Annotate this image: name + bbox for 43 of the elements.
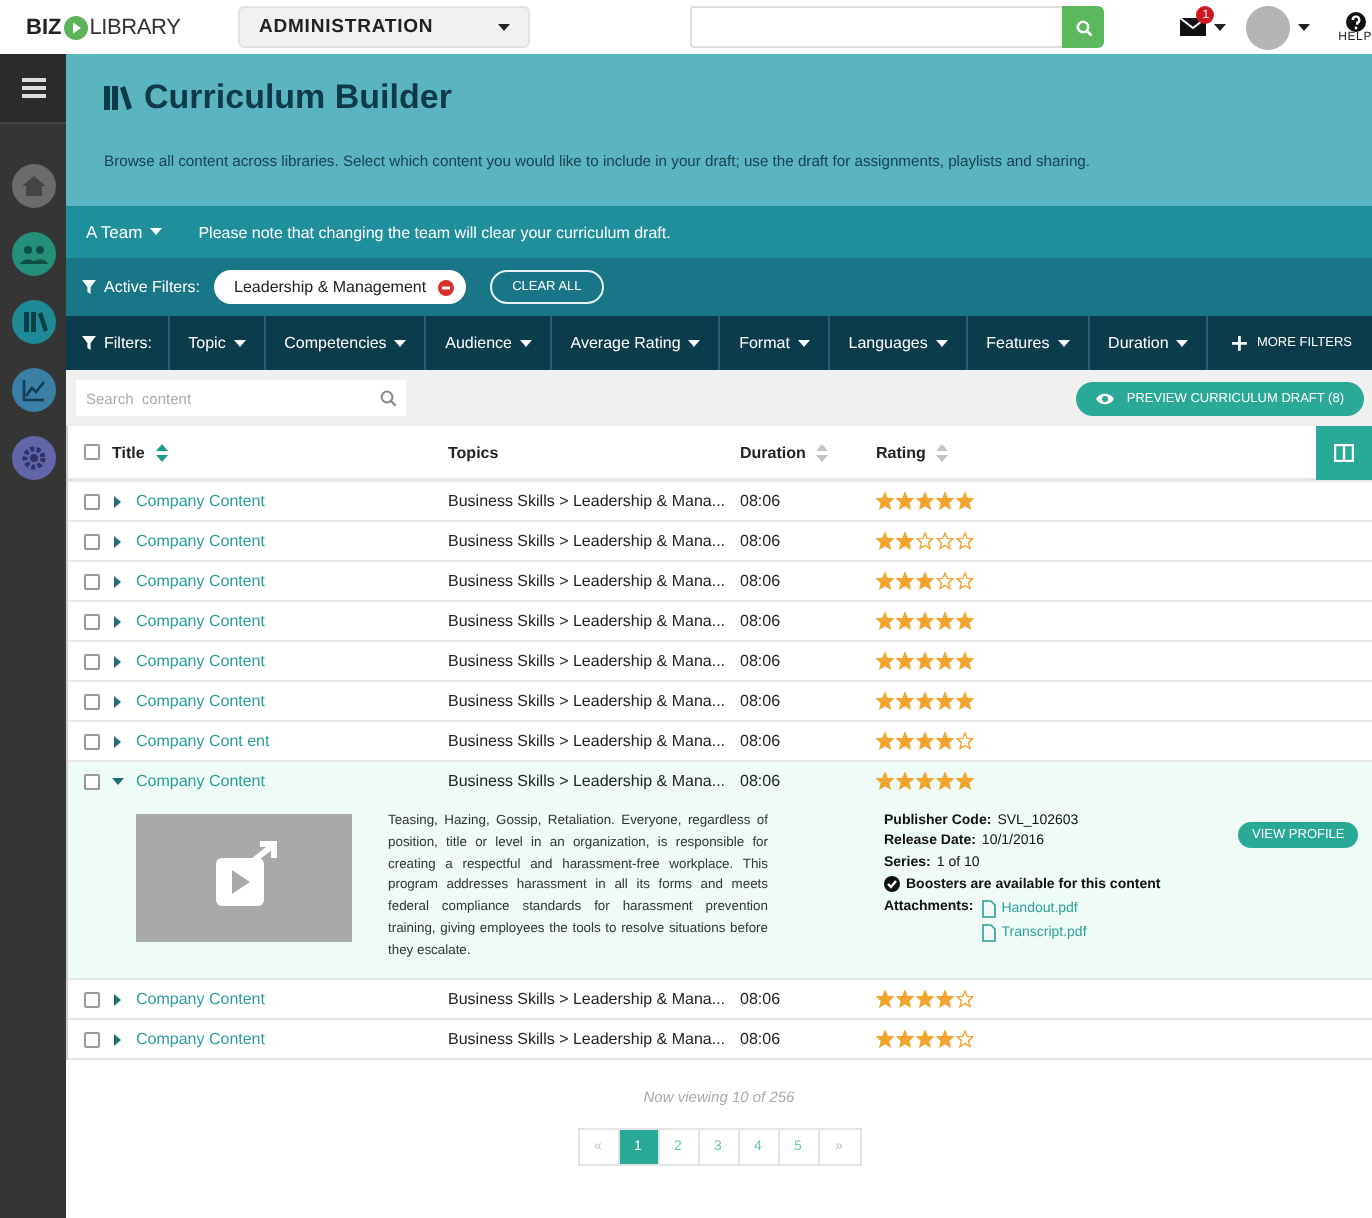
table-cell-text: Business Skills > Leadership & Mana... <box>448 732 728 750</box>
table-cell-text: 08:06 <box>740 990 783 1008</box>
table-cell-text: 08:06 <box>740 692 783 710</box>
filter-chip[interactable]: Leadership & Management <box>214 270 467 304</box>
filters-label: Filters: <box>104 334 152 352</box>
column-header[interactable]: Topics <box>448 443 499 461</box>
column-header[interactable]: Title <box>112 443 145 461</box>
active-filters-label: Active Filters: <box>104 278 201 296</box>
table-cell-text: Business Skills > Leadership & Mana... <box>448 492 728 510</box>
table-cell-text: 08:06 <box>740 532 783 550</box>
table-cell-text: Business Skills > Leadership & Mana... <box>448 692 728 710</box>
role-dropdown[interactable]: ADMINISTRATION <box>238 6 531 48</box>
content-title-link[interactable]: Company Content <box>136 532 265 550</box>
table-cell-text: 08:06 <box>740 612 783 630</box>
column-header[interactable]: Rating <box>876 443 926 461</box>
table-cell-text: Business Skills > Leadership & Mana... <box>448 572 728 590</box>
table-cell-text: 08:06 <box>740 772 783 790</box>
page-title: Curriculum Builder <box>144 78 452 118</box>
table-cell-text: Business Skills > Leadership & Mana... <box>448 532 728 550</box>
table-cell-text: 08:06 <box>740 572 783 590</box>
team-note: Please note that changing the team will clear your curriculum draft. <box>198 223 671 241</box>
table-cell-text: Business Skills > Leadership & Mana... <box>448 772 728 790</box>
logo-text: LIBRARY <box>89 15 181 39</box>
column-header[interactable]: Duration <box>740 443 806 461</box>
table-cell-text: Business Skills > Leadership & Mana... <box>448 990 728 1008</box>
content-title-link[interactable]: Company Content <box>136 772 265 790</box>
logo-text: BIZ <box>26 15 62 39</box>
table-cell-text: 08:06 <box>740 492 783 510</box>
team-dropdown[interactable]: A Team <box>86 222 163 242</box>
content-title-link[interactable]: Company Content <box>136 990 265 1008</box>
content-title-link[interactable]: Company Content <box>136 492 265 510</box>
table-cell-text: Business Skills > Leadership & Mana... <box>448 612 728 630</box>
content-title-link[interactable]: Company Content <box>136 652 265 670</box>
table-cell-text: 08:06 <box>740 652 783 670</box>
content-title-link[interactable]: Company Content <box>136 612 265 630</box>
content-title-link[interactable]: Company Content <box>136 1030 265 1048</box>
content-title-link[interactable]: Company Cont ent <box>136 732 270 750</box>
table-cell-text: 08:06 <box>740 732 783 750</box>
table-cell-text: Business Skills > Leadership & Mana... <box>448 652 728 670</box>
table-cell-text: Business Skills > Leadership & Mana... <box>448 1030 728 1048</box>
content-title-link[interactable]: Company Content <box>136 572 265 590</box>
table-cell-text: 08:06 <box>740 1030 783 1048</box>
content-title-link[interactable]: Company Content <box>136 692 265 710</box>
